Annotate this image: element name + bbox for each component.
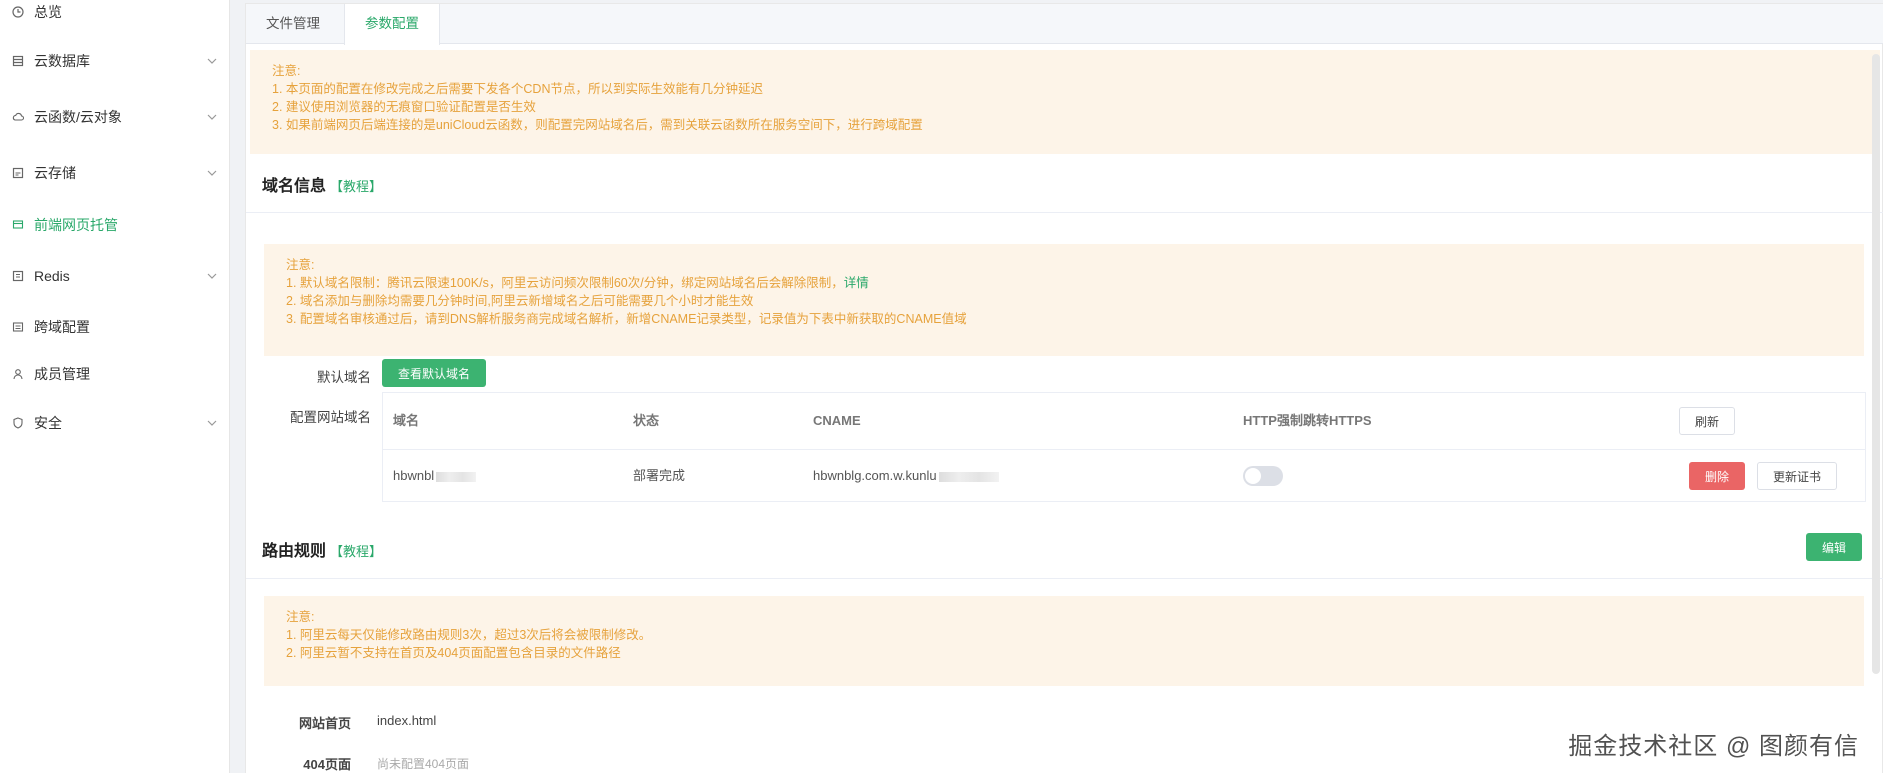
column-header-status: 状态 (633, 413, 660, 428)
homepage-label: 网站首页 (298, 716, 351, 731)
sidebar-item-overview[interactable]: 总览 (0, 0, 230, 32)
notice-title: 注意: (272, 64, 301, 78)
sidebar-item-label: Redis (34, 268, 70, 284)
section-title-text: 域名信息 (262, 178, 327, 195)
tab-parameter-config[interactable]: 参数配置 (344, 4, 440, 45)
notice-line: 2. 建议使用浏览器的无痕窗口验证配置是否生效 (272, 100, 536, 114)
route-section-title: 路由规则 【教程】 (262, 537, 382, 561)
table-cell-cname: hbwnblg.com.w.kunlu (813, 450, 999, 502)
table-cell-status: 部署完成 (633, 468, 686, 483)
sidebar-item-label: 总览 (34, 4, 62, 20)
details-link[interactable]: 详情 (844, 276, 869, 290)
sidebar-item-label: 前端网页托管 (34, 217, 118, 233)
table-cell-domain: hbwnbl (393, 450, 477, 502)
watermark: 掘金技术社区 @ 图颜有信 (1568, 733, 1859, 760)
chevron-down-icon (207, 420, 217, 426)
sidebar-item-database[interactable]: 云数据库 (0, 41, 230, 81)
web-hosting-icon (12, 219, 24, 231)
sidebar-item-redis[interactable]: Redis (0, 256, 230, 296)
domain-text: hbwnbl (393, 468, 435, 483)
chevron-down-icon (207, 114, 217, 120)
notice-title: 注意: (286, 610, 315, 624)
notice-line: 1. 默认域名限制：腾讯云限速100K/s，阿里云访问频次限制60次/分钟，绑定… (286, 274, 1842, 292)
edit-button[interactable]: 编辑 (1806, 533, 1862, 561)
redacted-blur (938, 471, 999, 482)
sidebar-item-label: 云存储 (34, 165, 76, 181)
sidebar-item-label: 安全 (34, 415, 62, 431)
domain-section-title: 域名信息 【教程】 (262, 172, 382, 196)
sidebar-item-label: 成员管理 (34, 366, 90, 382)
cross-domain-icon (12, 321, 24, 333)
notice-line: 2. 阿里云暂不支持在首页及404页面配置包含目录的文件路径 (286, 646, 621, 660)
main-panel: 文件管理 参数配置 注意: 1. 本页面的配置在修改完成之后需要下发各个CDN节… (245, 3, 1883, 773)
app-root: 总览 云数据库 云函数/云对象 云存储 前端网页托管 Redis 跨域配置 成员… (0, 0, 1883, 773)
redis-icon (12, 270, 24, 282)
default-domain-label: 默认域名 (317, 370, 371, 385)
domain-tutorial-link[interactable]: 【教程】 (330, 179, 382, 194)
sidebar-item-cloud-storage[interactable]: 云存储 (0, 153, 230, 193)
delete-button[interactable]: 删除 (1689, 462, 1745, 490)
sidebar-item-cloud-functions[interactable]: 云函数/云对象 (0, 97, 230, 137)
notice-line: 3. 如果前端网页后端连接的是uniCloud云函数，则配置完网站域名后，需到关… (272, 118, 923, 132)
page404-label: 404页面 (303, 757, 351, 772)
route-tutorial-link[interactable]: 【教程】 (330, 544, 382, 559)
notice-line: 1. 本页面的配置在修改完成之后需要下发各个CDN节点，所以到实际生效能有几分钟… (272, 82, 763, 96)
notice-line: 2. 域名添加与删除均需要几分钟时间,阿里云新增域名之后可能需要几个小时才能生效 (286, 294, 754, 308)
database-icon (12, 55, 24, 67)
refresh-button[interactable]: 刷新 (1679, 407, 1735, 435)
view-default-domain-button[interactable]: 查看默认域名 (382, 359, 486, 387)
chevron-down-icon (207, 170, 217, 176)
tab-file-management[interactable]: 文件管理 (246, 4, 340, 44)
column-header-cname: CNAME (813, 413, 861, 428)
https-redirect-toggle[interactable] (1243, 466, 1283, 486)
domain-table: 域名 状态 CNAME HTTP强制跳转HTTPS 刷新 hbwnbl 部署完成… (382, 392, 1866, 502)
notice-line: 1. 阿里云每天仅能修改路由规则3次，超过3次后将会被限制修改。 (286, 628, 652, 642)
notice-text: 1. 默认域名限制：腾讯云限速100K/s，阿里云访问频次限制60次/分钟，绑定… (286, 276, 844, 290)
page404-value: 尚未配置404页面 (377, 757, 470, 771)
row-divider (383, 449, 1865, 450)
top-notice: 注意: 1. 本页面的配置在修改完成之后需要下发各个CDN节点，所以到实际生效能… (250, 50, 1880, 154)
sidebar-item-members[interactable]: 成员管理 (0, 354, 230, 394)
cname-text: hbwnblg.com.w.kunlu (813, 468, 937, 483)
domain-notice: 注意: 1. 默认域名限制：腾讯云限速100K/s，阿里云访问频次限制60次/分… (264, 244, 1864, 356)
chevron-down-icon (207, 273, 217, 279)
divider (246, 212, 1883, 213)
sidebar: 总览 云数据库 云函数/云对象 云存储 前端网页托管 Redis 跨域配置 成员… (0, 0, 230, 773)
sidebar-item-security[interactable]: 安全 (0, 403, 230, 443)
column-header-https-redirect: HTTP强制跳转HTTPS (1243, 413, 1372, 428)
redacted-blur (436, 471, 477, 482)
tab-bar: 文件管理 参数配置 (246, 4, 1883, 45)
homepage-value: index.html (377, 713, 437, 728)
sidebar-item-label: 云函数/云对象 (34, 109, 122, 125)
config-domain-label: 配置网站域名 (290, 410, 371, 425)
column-header-domain: 域名 (393, 413, 420, 428)
update-certificate-button[interactable]: 更新证书 (1757, 462, 1837, 490)
cloud-icon (12, 111, 24, 123)
route-notice: 注意: 1. 阿里云每天仅能修改路由规则3次，超过3次后将会被限制修改。 2. … (264, 596, 1864, 686)
sidebar-item-label: 云数据库 (34, 53, 90, 69)
vertical-scrollbar[interactable] (1872, 54, 1880, 674)
clock-icon (12, 6, 24, 18)
sidebar-item-web-hosting[interactable]: 前端网页托管 (0, 205, 230, 245)
chevron-down-icon (207, 58, 217, 64)
notice-title: 注意: (286, 258, 315, 272)
divider (246, 578, 1883, 579)
section-title-text: 路由规则 (262, 543, 327, 560)
notice-line: 3. 配置域名审核通过后，请到DNS解析服务商完成域名解析，新增CNAME记录类… (286, 312, 967, 326)
user-icon (12, 368, 24, 380)
sidebar-item-label: 跨域配置 (34, 319, 90, 335)
sidebar-item-cross-domain[interactable]: 跨域配置 (0, 307, 230, 347)
storage-icon (12, 167, 24, 179)
shield-icon (12, 417, 24, 429)
